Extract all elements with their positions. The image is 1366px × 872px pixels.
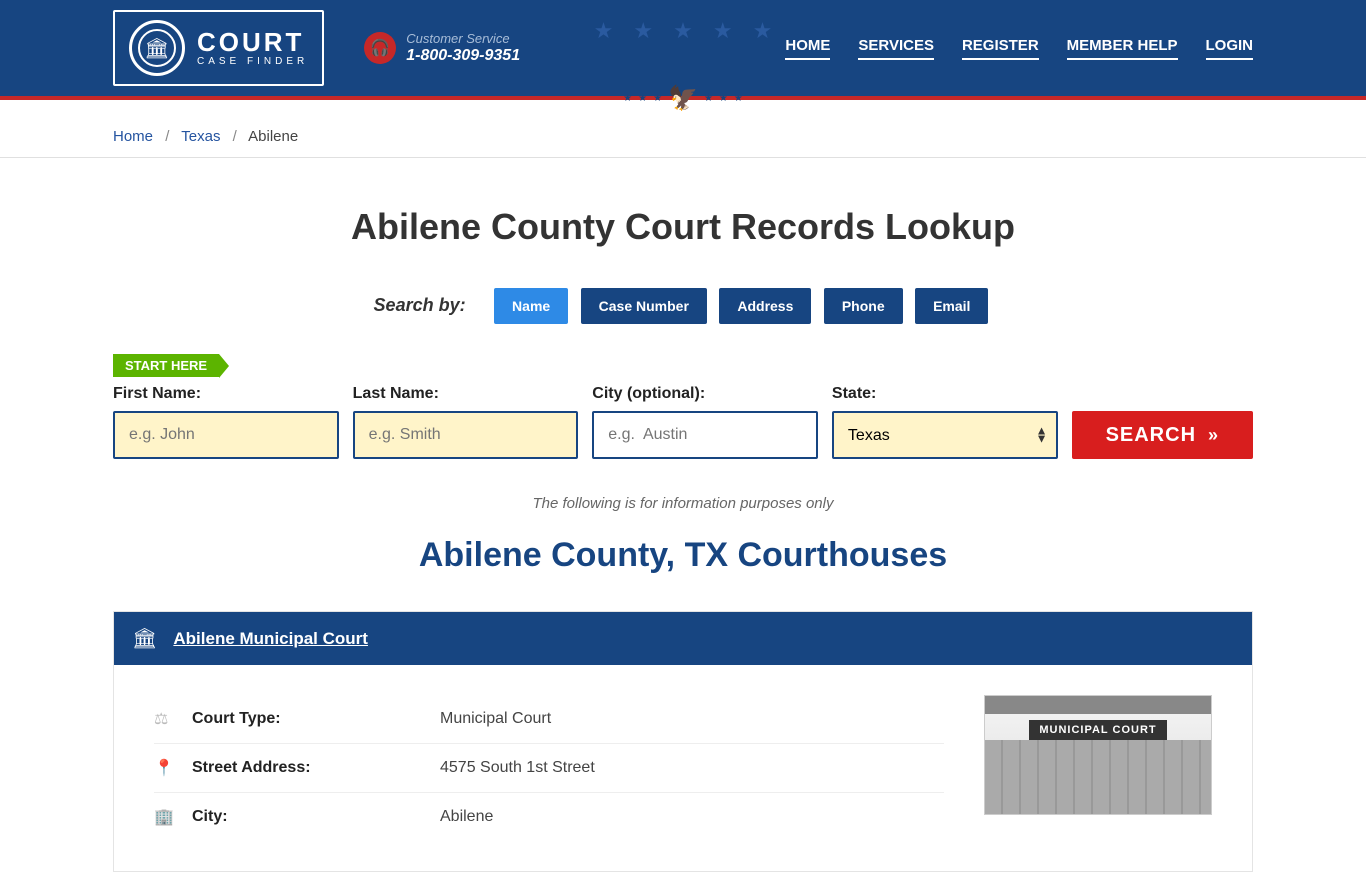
star-icon: ★ <box>594 18 614 44</box>
detail-label: Court Type: <box>192 710 422 728</box>
tab-name[interactable]: Name <box>494 288 568 324</box>
detail-row-type: ⚖ Court Type: Municipal Court <box>154 695 944 744</box>
star-icon: ★ <box>633 18 653 44</box>
logo-main-text: COURT <box>197 29 308 55</box>
first-name-input[interactable] <box>113 411 339 459</box>
detail-value: Municipal Court <box>440 710 551 728</box>
search-by-label: Search by: <box>374 295 466 315</box>
search-button[interactable]: SEARCH » <box>1072 411 1253 459</box>
last-name-label: Last Name: <box>353 385 579 403</box>
star-icon: ★ <box>719 93 728 104</box>
nav-member-help[interactable]: MEMBER HELP <box>1067 37 1178 60</box>
breadcrumb-state[interactable]: Texas <box>181 128 220 145</box>
tab-phone[interactable]: Phone <box>824 288 903 324</box>
first-name-label: First Name: <box>113 385 339 403</box>
detail-row-street: 📍 Street Address: 4575 South 1st Street <box>154 744 944 793</box>
breadcrumb-home[interactable]: Home <box>113 128 153 145</box>
headset-icon: 🎧 <box>364 32 396 64</box>
gavel-icon: ⚖ <box>154 709 174 729</box>
court-details: ⚖ Court Type: Municipal Court 📍 Street A… <box>154 695 944 841</box>
detail-row-city: 🏢 City: Abilene <box>154 793 944 841</box>
logo-sub-text: CASE FINDER <box>197 57 308 67</box>
star-icon: ★ <box>653 93 662 104</box>
eagle-divider: ★ ★ ★ 🦅 ★ ★ ★ <box>0 100 1366 116</box>
nav-register[interactable]: REGISTER <box>962 37 1039 60</box>
page-title: Abilene County Court Records Lookup <box>113 206 1253 248</box>
nav-home[interactable]: HOME <box>785 37 830 60</box>
eagle-icon: 🦅 <box>668 84 698 113</box>
state-label: State: <box>832 385 1058 403</box>
city-input[interactable] <box>592 411 818 459</box>
tab-case-number[interactable]: Case Number <box>581 288 707 324</box>
logo-seal-icon: 🏛 <box>129 20 185 76</box>
star-icon: ★ <box>623 93 632 104</box>
court-card-header: 🏛 Abilene Municipal Court <box>114 612 1252 665</box>
star-icon: ★ <box>638 93 647 104</box>
courthouses-title: Abilene County, TX Courthouses <box>113 536 1253 575</box>
pin-icon: 📍 <box>154 758 174 778</box>
star-icon: ★ <box>673 18 693 44</box>
search-form: First Name: Last Name: City (optional): … <box>113 385 1253 459</box>
search-button-label: SEARCH <box>1106 424 1196 447</box>
court-name-link[interactable]: Abilene Municipal Court <box>173 629 368 649</box>
state-select[interactable]: Texas <box>832 411 1058 459</box>
detail-label: Street Address: <box>192 759 422 777</box>
customer-service-box: 🎧 Customer Service 1-800-309-9351 <box>364 31 520 66</box>
breadcrumb-separator: / <box>233 128 237 145</box>
court-image: MUNICIPAL COURT <box>984 695 1212 815</box>
star-icon: ★ <box>753 18 773 44</box>
building-icon: 🏢 <box>154 807 174 827</box>
city-label: City (optional): <box>592 385 818 403</box>
star-icon: ★ <box>704 93 713 104</box>
court-card: 🏛 Abilene Municipal Court ⚖ Court Type: … <box>113 611 1253 872</box>
chevron-right-icon: » <box>1208 425 1219 446</box>
tab-email[interactable]: Email <box>915 288 988 324</box>
search-by-tabs: Search by: Name Case Number Address Phon… <box>113 288 1253 324</box>
info-note: The following is for information purpose… <box>113 495 1253 512</box>
building-sign-text: MUNICIPAL COURT <box>1029 720 1166 740</box>
cs-phone: 1-800-309-9351 <box>406 46 520 65</box>
nav-login[interactable]: LOGIN <box>1206 37 1254 60</box>
site-logo[interactable]: 🏛 COURT CASE FINDER <box>113 10 324 86</box>
cs-label: Customer Service <box>406 31 520 47</box>
breadcrumb-current: Abilene <box>248 128 298 145</box>
detail-label: City: <box>192 808 422 826</box>
star-decoration: ★ ★ ★ ★ ★ <box>594 18 773 44</box>
tab-address[interactable]: Address <box>719 288 811 324</box>
main-nav: HOME SERVICES REGISTER MEMBER HELP LOGIN <box>785 37 1253 60</box>
start-here-badge: START HERE <box>113 354 219 377</box>
detail-value: Abilene <box>440 808 493 826</box>
breadcrumb: Home / Texas / Abilene <box>0 116 1366 158</box>
courthouse-icon: 🏛 <box>132 626 157 651</box>
breadcrumb-separator: / <box>165 128 169 145</box>
star-icon: ★ <box>734 93 743 104</box>
nav-services[interactable]: SERVICES <box>858 37 934 60</box>
last-name-input[interactable] <box>353 411 579 459</box>
star-icon: ★ <box>713 18 733 44</box>
detail-value: 4575 South 1st Street <box>440 759 595 777</box>
